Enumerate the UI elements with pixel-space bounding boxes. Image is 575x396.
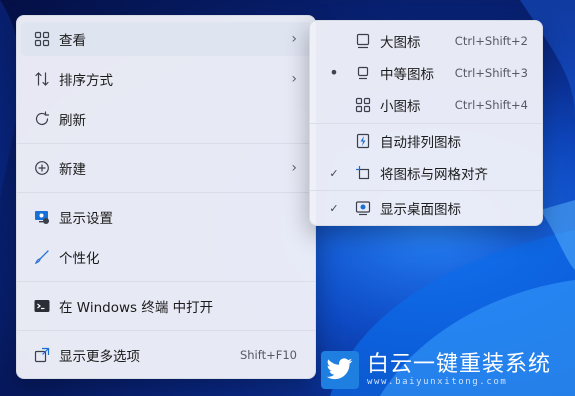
menu-item-new[interactable]: 新建 › [21, 151, 311, 185]
watermark-title: 白云一键重装系统 [367, 352, 552, 377]
menu-item-label: 显示更多选项 [59, 349, 140, 365]
submenu-item-label: 显示桌面图标 [380, 202, 461, 218]
submenu-item-label: 中等图标 [380, 67, 434, 83]
terminal-icon [33, 297, 51, 315]
submenu-item-label: 自动排列图标 [380, 135, 461, 151]
submenu-item-show-desktop-icons[interactable]: ✓ 显示桌面图标 [314, 191, 538, 225]
submenu-item-small-icons[interactable]: 小图标 Ctrl+Shift+4 [314, 88, 538, 122]
bird-logo-icon [321, 351, 359, 389]
refresh-icon [33, 110, 51, 128]
view-submenu: 大图标 Ctrl+Shift+2 • 中等图标 Ctrl+Shift+3 小图标… [309, 20, 543, 226]
submenu-item-auto-arrange[interactable]: 自动排列图标 [314, 124, 538, 158]
shortcut-label: Shift+F10 [239, 348, 297, 362]
align-grid-icon [354, 164, 372, 182]
medium-icons-icon [354, 64, 372, 82]
small-icons-icon [354, 96, 372, 114]
shortcut-label: Ctrl+Shift+4 [454, 98, 528, 112]
watermark-logo: 白云一键重装系统 www.baiyunxitong.com [321, 350, 551, 390]
show-desktop-icon [354, 199, 372, 217]
submenu-item-large-icons[interactable]: 大图标 Ctrl+Shift+2 [314, 24, 538, 58]
watermark-url: www.baiyunxitong.com [367, 377, 508, 387]
checkmark-icon: ✓ [329, 166, 339, 180]
checkmark-icon: ✓ [329, 201, 339, 215]
shortcut-label: Ctrl+Shift+3 [454, 66, 528, 80]
menu-separator [17, 330, 315, 331]
expand-icon [33, 346, 51, 364]
grid-icon [33, 30, 51, 48]
menu-item-refresh[interactable]: 刷新 [21, 102, 311, 136]
menu-item-label: 新建 [59, 162, 86, 178]
plus-circle-icon [33, 159, 51, 177]
menu-item-label: 显示设置 [59, 211, 113, 227]
auto-arrange-icon [354, 132, 372, 150]
menu-item-display-settings[interactable]: 显示设置 [21, 200, 311, 234]
chevron-right-icon: › [291, 71, 297, 87]
menu-item-label: 个性化 [59, 251, 100, 267]
chevron-right-icon: › [291, 160, 297, 176]
menu-item-show-more-options[interactable]: 显示更多选项 Shift+F10 [21, 338, 311, 372]
desktop-context-menu: 查看 › 排序方式 › 刷新 新建 › 显示设置 个性化 在 Windows 终… [16, 15, 316, 379]
menu-item-label: 在 Windows 终端 中打开 [59, 300, 214, 316]
menu-item-open-terminal[interactable]: 在 Windows 终端 中打开 [21, 289, 311, 323]
brush-icon [33, 248, 51, 266]
menu-separator [17, 192, 315, 193]
menu-item-view[interactable]: 查看 › [21, 22, 311, 56]
menu-item-label: 查看 [59, 33, 86, 49]
display-settings-icon [33, 208, 51, 226]
submenu-item-label: 将图标与网格对齐 [380, 167, 488, 183]
menu-item-label: 刷新 [59, 113, 86, 129]
chevron-right-icon: › [291, 31, 297, 47]
menu-item-label: 排序方式 [59, 73, 113, 89]
submenu-item-label: 小图标 [380, 99, 421, 115]
menu-item-personalize[interactable]: 个性化 [21, 240, 311, 274]
selected-bullet-icon: • [329, 63, 339, 82]
submenu-item-align-to-grid[interactable]: ✓ 将图标与网格对齐 [314, 156, 538, 190]
large-icons-icon [354, 32, 372, 50]
sort-icon [33, 70, 51, 88]
menu-separator [17, 143, 315, 144]
shortcut-label: Ctrl+Shift+2 [454, 34, 528, 48]
submenu-item-label: 大图标 [380, 35, 421, 51]
menu-item-sort-by[interactable]: 排序方式 › [21, 62, 311, 96]
menu-separator [17, 281, 315, 282]
submenu-item-medium-icons[interactable]: • 中等图标 Ctrl+Shift+3 [314, 56, 538, 90]
